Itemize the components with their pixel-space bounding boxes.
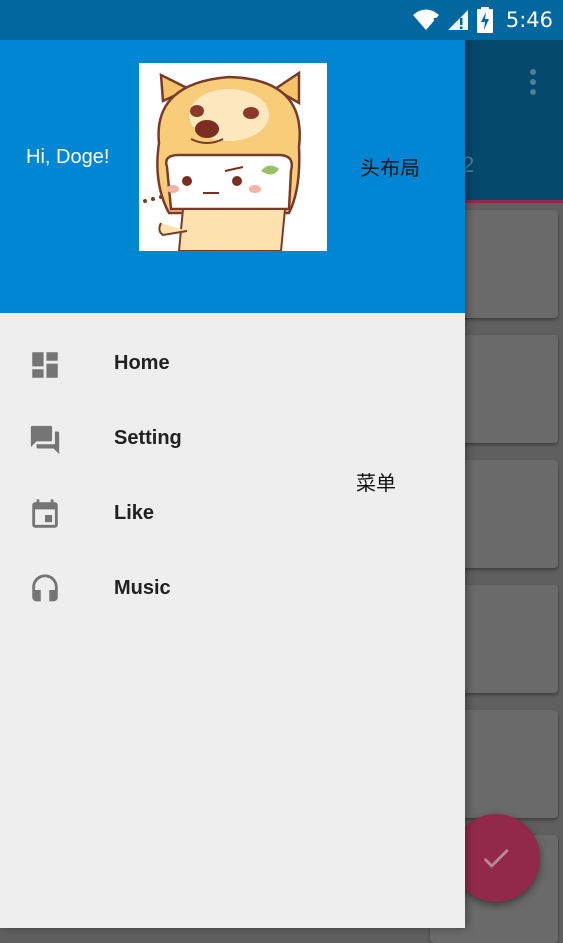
check-icon (483, 848, 509, 868)
clock: 5:46 (505, 8, 553, 32)
cell-signal-icon (447, 10, 468, 30)
wifi-icon (412, 9, 439, 31)
done-fab-button[interactable] (452, 814, 540, 902)
greeting-text: Hi, Doge! (26, 146, 110, 168)
headset-icon (32, 574, 58, 602)
doge-avatar-image (143, 70, 301, 252)
menu-item-home[interactable]: Home (0, 326, 465, 401)
menu-label-setting: Setting (114, 427, 182, 449)
menu-annotation: 菜单 (356, 471, 396, 495)
menu-label-music: Music (114, 577, 171, 599)
event-icon (32, 499, 58, 528)
avatar[interactable] (139, 63, 327, 252)
menu-label-like: Like (114, 502, 155, 524)
menu-item-music[interactable]: Music (0, 551, 465, 626)
header-layout-annotation: 头布局 (360, 156, 420, 180)
overflow-menu-icon[interactable] (525, 68, 541, 98)
status-bar: 5:46 (0, 0, 563, 40)
menu-label-home: Home (114, 352, 170, 374)
menu-item-setting[interactable]: Setting (0, 401, 465, 476)
navigation-drawer[interactable]: Hi, Doge! Home Setting Like Music (0, 0, 465, 928)
forum-icon (30, 425, 60, 455)
dashboard-icon (32, 352, 58, 378)
battery-charging-icon (476, 7, 493, 33)
